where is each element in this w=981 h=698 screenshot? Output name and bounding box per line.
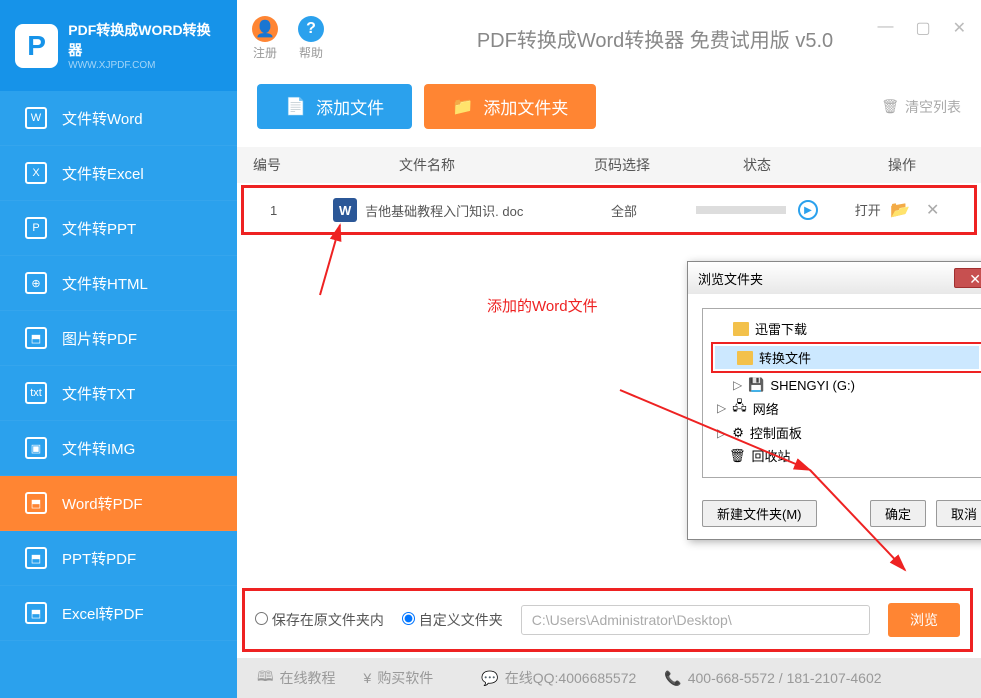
- tree-item[interactable]: ▷🖧网络: [711, 395, 981, 421]
- close-icon[interactable]: ✕: [953, 18, 966, 38]
- folder-tree[interactable]: 迅雷下载 转换文件 ▷💾SHENGYI (G:) ▷🖧网络 ▷⚙控制面板 🗑回收…: [702, 308, 981, 478]
- user-icon: 👤: [252, 16, 278, 42]
- sidebar-item-label: 文件转PPT: [62, 218, 136, 239]
- sidebar-icon: ⬒: [25, 602, 47, 624]
- maximize-icon[interactable]: ▢: [915, 18, 930, 38]
- row-filename: W 吉他基础教程入门知识. doc: [303, 198, 560, 222]
- new-folder-button[interactable]: 新建文件夹(M): [702, 500, 817, 527]
- window-controls: — ▢ ✕: [877, 18, 966, 38]
- col-name: 文件名称: [297, 155, 557, 175]
- register-button[interactable]: 👤 注册: [252, 16, 278, 61]
- sidebar: P PDF转换成WORD转换器 WWW.XJPDF.COM W文件转WordX文…: [0, 0, 237, 698]
- app-title: PDF转换成WORD转换器: [68, 20, 222, 60]
- row-ops: 打开 📂 ✕: [826, 200, 974, 220]
- remove-icon[interactable]: ✕: [926, 202, 939, 219]
- help-icon: ?: [298, 16, 324, 42]
- row-status: ▶: [688, 200, 826, 220]
- sidebar-item[interactable]: ▣ 文件转IMG: [0, 421, 237, 476]
- highlighted-tree-item-box: 转换文件: [711, 342, 981, 373]
- window-title: PDF转换成Word转换器 免费试用版 v5.0: [344, 24, 966, 53]
- tree-item[interactable]: ▷⚙控制面板: [711, 421, 981, 444]
- save-options-box: 保存在原文件夹内 自定义文件夹 浏览: [242, 588, 973, 652]
- sidebar-icon: ⊕: [25, 272, 47, 294]
- buy-link[interactable]: ¥ 购买软件: [364, 668, 434, 688]
- cancel-button[interactable]: 取消: [936, 500, 981, 527]
- row-num: 1: [244, 203, 303, 218]
- phone-contact[interactable]: 📞 400-668-5572 / 181-2107-4602: [664, 670, 881, 687]
- browse-folder-dialog: 浏览文件夹 ✕ 迅雷下载 转换文件 ▷💾SHENGYI (G:) ▷🖧网络 ▷⚙…: [687, 261, 981, 540]
- dialog-buttons: 新建文件夹(M) 确定 取消: [688, 492, 981, 539]
- sidebar-item[interactable]: ⬒ PPT转PDF: [0, 531, 237, 586]
- dialog-title: 浏览文件夹: [698, 269, 763, 288]
- minimize-icon[interactable]: —: [877, 18, 893, 38]
- col-op: 操作: [827, 155, 977, 175]
- main-area: 👤 注册 ? 帮助 PDF转换成Word转换器 免费试用版 v5.0 — ▢ ✕…: [237, 0, 981, 698]
- save-custom-radio[interactable]: 自定义文件夹: [402, 610, 503, 630]
- play-icon[interactable]: ▶: [798, 200, 818, 220]
- sidebar-item-label: 图片转PDF: [62, 328, 137, 349]
- sidebar-item[interactable]: ⬒ 图片转PDF: [0, 311, 237, 366]
- sidebar-icon: ⬒: [25, 492, 47, 514]
- tree-item[interactable]: 迅雷下载: [711, 317, 981, 340]
- app-logo-icon: P: [15, 24, 58, 68]
- annotation-added-file: 添加的Word文件: [487, 295, 598, 316]
- sidebar-item[interactable]: W 文件转Word: [0, 91, 237, 146]
- sidebar-item[interactable]: txt 文件转TXT: [0, 366, 237, 421]
- sidebar-icon: P: [25, 217, 47, 239]
- dialog-titlebar: 浏览文件夹 ✕: [688, 262, 981, 294]
- highlighted-row-box: 1 W 吉他基础教程入门知识. doc 全部 ▶ 打开 📂 ✕: [241, 185, 977, 235]
- sidebar-item-label: 文件转Word: [62, 108, 143, 129]
- folder-icon: 📁: [452, 97, 473, 117]
- browse-button[interactable]: 浏览: [888, 603, 960, 637]
- action-bar: 📄 添加文件 📁 添加文件夹 🗑 清空列表: [237, 76, 981, 147]
- topbar: 👤 注册 ? 帮助 PDF转换成Word转换器 免费试用版 v5.0 — ▢ ✕: [237, 0, 981, 76]
- sidebar-icon: ⬒: [25, 547, 47, 569]
- sidebar-item-label: 文件转HTML: [62, 273, 148, 294]
- save-original-radio[interactable]: 保存在原文件夹内: [255, 610, 384, 630]
- sidebar-item[interactable]: P 文件转PPT: [0, 201, 237, 256]
- add-file-button[interactable]: 📄 添加文件: [257, 84, 412, 129]
- tree-item[interactable]: ▷💾SHENGYI (G:): [711, 375, 981, 395]
- sidebar-item-label: 文件转Excel: [62, 163, 144, 184]
- sidebar-item[interactable]: ⊕ 文件转HTML: [0, 256, 237, 311]
- save-path-input[interactable]: [521, 605, 870, 635]
- sidebar-item-label: 文件转TXT: [62, 383, 135, 404]
- col-status: 状态: [687, 155, 827, 175]
- row-page[interactable]: 全部: [560, 201, 688, 220]
- sidebar-item[interactable]: ⬒ Excel转PDF: [0, 586, 237, 641]
- help-button[interactable]: ? 帮助: [298, 16, 324, 61]
- sidebar-menu: W 文件转Word X 文件转Excel P 文件转PPT ⊕ 文件转HTML ⬒ 图片转PDF t…: [0, 91, 237, 641]
- ok-button[interactable]: 确定: [870, 500, 926, 527]
- qq-contact[interactable]: 💬 在线QQ:4006685572: [481, 668, 636, 688]
- open-folder-icon[interactable]: 📂: [890, 202, 910, 219]
- dialog-close-icon[interactable]: ✕: [954, 268, 981, 288]
- table-header: 编号 文件名称 页码选择 状态 操作: [237, 147, 981, 183]
- table-row[interactable]: 1 W 吉他基础教程入门知识. doc 全部 ▶ 打开 📂 ✕: [244, 188, 974, 232]
- tree-item-selected[interactable]: 转换文件: [715, 346, 979, 369]
- col-page: 页码选择: [557, 155, 687, 175]
- logo-area: P PDF转换成WORD转换器 WWW.XJPDF.COM: [0, 0, 237, 91]
- col-num: 编号: [237, 155, 297, 175]
- tutorial-link[interactable]: 🕮 在线教程: [257, 666, 336, 690]
- trash-icon: 🗑: [881, 98, 899, 115]
- sidebar-icon: ⬒: [25, 327, 47, 349]
- sidebar-item[interactable]: ⬒ Word转PDF: [0, 476, 237, 531]
- add-folder-button[interactable]: 📁 添加文件夹: [424, 84, 596, 129]
- sidebar-icon: txt: [25, 382, 47, 404]
- clear-list-button[interactable]: 🗑 清空列表: [881, 97, 961, 117]
- app-subtitle: WWW.XJPDF.COM: [68, 60, 222, 71]
- progress-bar: [696, 206, 786, 214]
- tree-item[interactable]: 🗑回收站: [711, 444, 981, 467]
- word-icon: W: [333, 198, 357, 222]
- sidebar-item[interactable]: X 文件转Excel: [0, 146, 237, 201]
- status-bar: 🕮 在线教程 ¥ 购买软件 💬 在线QQ:4006685572 📞 400-66…: [237, 658, 981, 698]
- sidebar-item-label: 文件转IMG: [62, 438, 135, 459]
- file-icon: 📄: [285, 97, 306, 117]
- sidebar-item-label: PPT转PDF: [62, 548, 136, 569]
- sidebar-icon: W: [25, 107, 47, 129]
- sidebar-icon: ▣: [25, 437, 47, 459]
- sidebar-icon: X: [25, 162, 47, 184]
- sidebar-item-label: Word转PDF: [62, 493, 143, 514]
- sidebar-item-label: Excel转PDF: [62, 603, 144, 624]
